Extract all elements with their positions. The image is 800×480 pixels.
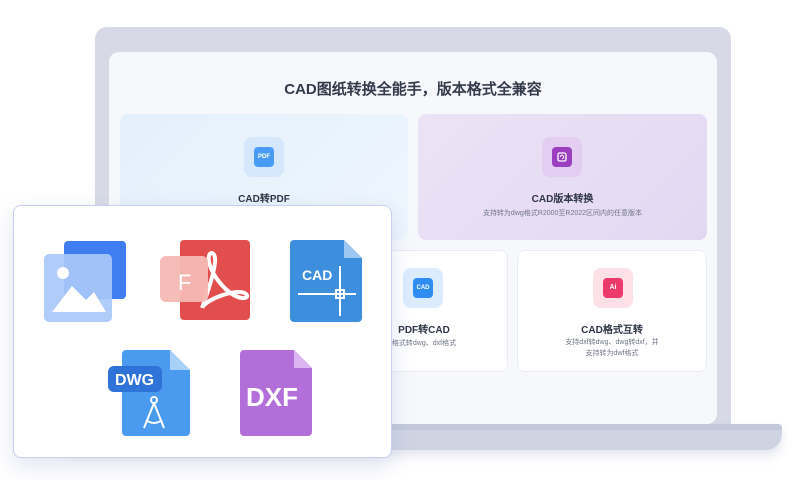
dwg-file-icon: DWG — [106, 348, 194, 443]
pdf-file-letter: F — [178, 270, 191, 295]
pdf-file-icon: F — [160, 240, 252, 327]
image-file-icon — [42, 240, 128, 331]
cad-file-icon: CAD — [290, 240, 364, 327]
screen-title: CAD图纸转换全能手，版本格式全兼容 — [284, 81, 542, 98]
ai-icon: Ai — [603, 278, 623, 298]
card-title: CAD转PDF — [238, 194, 290, 205]
cad-icon-tile: CAD — [403, 268, 443, 308]
card-cad-version[interactable]: CAD版本转换 支持转为dwg格式R2000至R2022区间内的任意版本 — [418, 114, 707, 240]
dxf-file-icon: DXF — [240, 350, 314, 441]
card-description-line1: 支持dxf转dwg、dwg转dxf，并 — [565, 339, 659, 346]
card-description-line2: 支持转为dwf格式 — [585, 350, 639, 357]
version-icon-tile — [542, 137, 582, 177]
pdf-icon-tile: PDF — [244, 137, 284, 177]
card-title: CAD版本转换 — [531, 194, 594, 205]
refresh-icon — [552, 147, 572, 167]
file-formats-panel: F CAD DWG DXF — [13, 205, 392, 458]
card-cad-format[interactable]: Ai CAD格式互转 支持dxf转dwg、dwg转dxf，并 支持转为dwf格式 — [517, 250, 707, 372]
dwg-file-label: DWG — [115, 372, 154, 389]
dxf-file-label: DXF — [246, 382, 298, 412]
card-title: CAD格式互转 — [581, 325, 643, 336]
pdf-icon: PDF — [254, 147, 274, 167]
card-description: 支持转为dwg格式R2000至R2022区间内的任意版本 — [482, 210, 643, 217]
cad-file-label: CAD — [302, 267, 332, 283]
ai-icon-tile: Ai — [593, 268, 633, 308]
hero-illustration: CAD图纸转换全能手，版本格式全兼容 PDF CAD转PDF CAD版本转换 支… — [0, 0, 800, 480]
cad-icon: CAD — [413, 278, 433, 298]
